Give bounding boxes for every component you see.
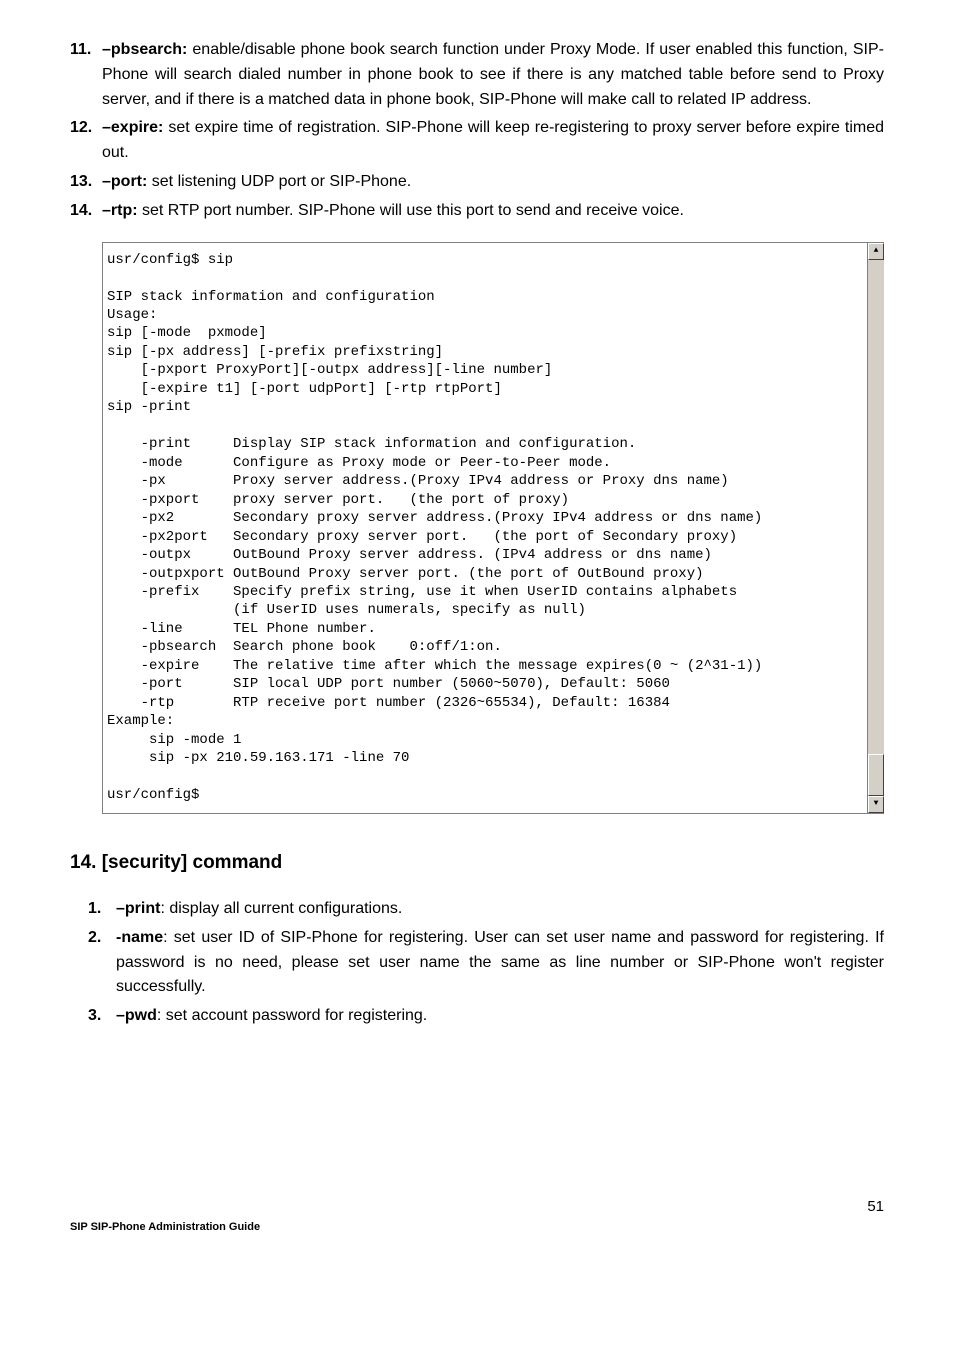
item-text: set listening UDP port or SIP-Phone. — [147, 173, 411, 190]
scroll-down-icon[interactable]: ▼ — [868, 796, 884, 813]
page-footer: 51 SIP SIP-Phone Administration Guide — [70, 1219, 884, 1236]
item-lead: –port: — [102, 173, 147, 190]
section-heading: 14. [security] command — [70, 848, 884, 877]
item-number: 12. — [70, 116, 102, 166]
list-item: 2. -name: set user ID of SIP-Phone for r… — [88, 926, 884, 1000]
list-item: 1. –print: display all current configura… — [88, 897, 884, 922]
item-body: –expire: set expire time of registration… — [102, 116, 884, 166]
item-number: 1. — [88, 897, 116, 922]
item-text: set RTP port number. SIP-Phone will use … — [138, 202, 684, 219]
item-number: 2. — [88, 926, 116, 1000]
list-item: 12. –expire: set expire time of registra… — [70, 116, 884, 166]
item-body: -name: set user ID of SIP-Phone for regi… — [116, 926, 884, 1000]
item-lead: –print — [116, 900, 160, 917]
item-number: 14. — [70, 199, 102, 224]
list-item: 13. –port: set listening UDP port or SIP… — [70, 170, 884, 195]
item-body: –pbsearch: enable/disable phone book sea… — [102, 38, 884, 112]
item-body: –print: display all current configuratio… — [116, 897, 884, 922]
item-lead: –expire: — [102, 119, 163, 136]
scroll-up-icon[interactable]: ▲ — [868, 243, 884, 260]
item-number: 3. — [88, 1004, 116, 1029]
item-lead: –pbsearch: — [102, 41, 187, 58]
item-text: set expire time of registration. SIP-Pho… — [102, 119, 884, 161]
scroll-thumb[interactable] — [868, 754, 884, 796]
item-number: 13. — [70, 170, 102, 195]
footer-text: SIP SIP-Phone Administration Guide — [70, 1221, 260, 1233]
list-item: 3. –pwd: set account password for regist… — [88, 1004, 884, 1029]
item-text: enable/disable phone book search functio… — [102, 41, 884, 108]
item-lead: –pwd — [116, 1007, 157, 1024]
item-lead: –rtp: — [102, 202, 138, 219]
item-text: : set account password for registering. — [157, 1007, 427, 1024]
item-lead: -name — [116, 929, 163, 946]
scrollbar[interactable]: ▲ ▼ — [867, 243, 884, 813]
item-body: –port: set listening UDP port or SIP-Pho… — [102, 170, 884, 195]
scroll-track[interactable] — [868, 260, 884, 796]
terminal-output: usr/config$ sip SIP stack information an… — [102, 242, 884, 814]
item-text: : display all current configurations. — [160, 900, 402, 917]
item-text: : set user ID of SIP-Phone for registeri… — [116, 929, 884, 996]
list-item: 11. –pbsearch: enable/disable phone book… — [70, 38, 884, 112]
page-number: 51 — [867, 1195, 884, 1218]
item-body: –rtp: set RTP port number. SIP-Phone wil… — [102, 199, 884, 224]
list-item: 14. –rtp: set RTP port number. SIP-Phone… — [70, 199, 884, 224]
item-body: –pwd: set account password for registeri… — [116, 1004, 884, 1029]
terminal-text: usr/config$ sip SIP stack information an… — [103, 243, 867, 813]
item-number: 11. — [70, 38, 102, 112]
